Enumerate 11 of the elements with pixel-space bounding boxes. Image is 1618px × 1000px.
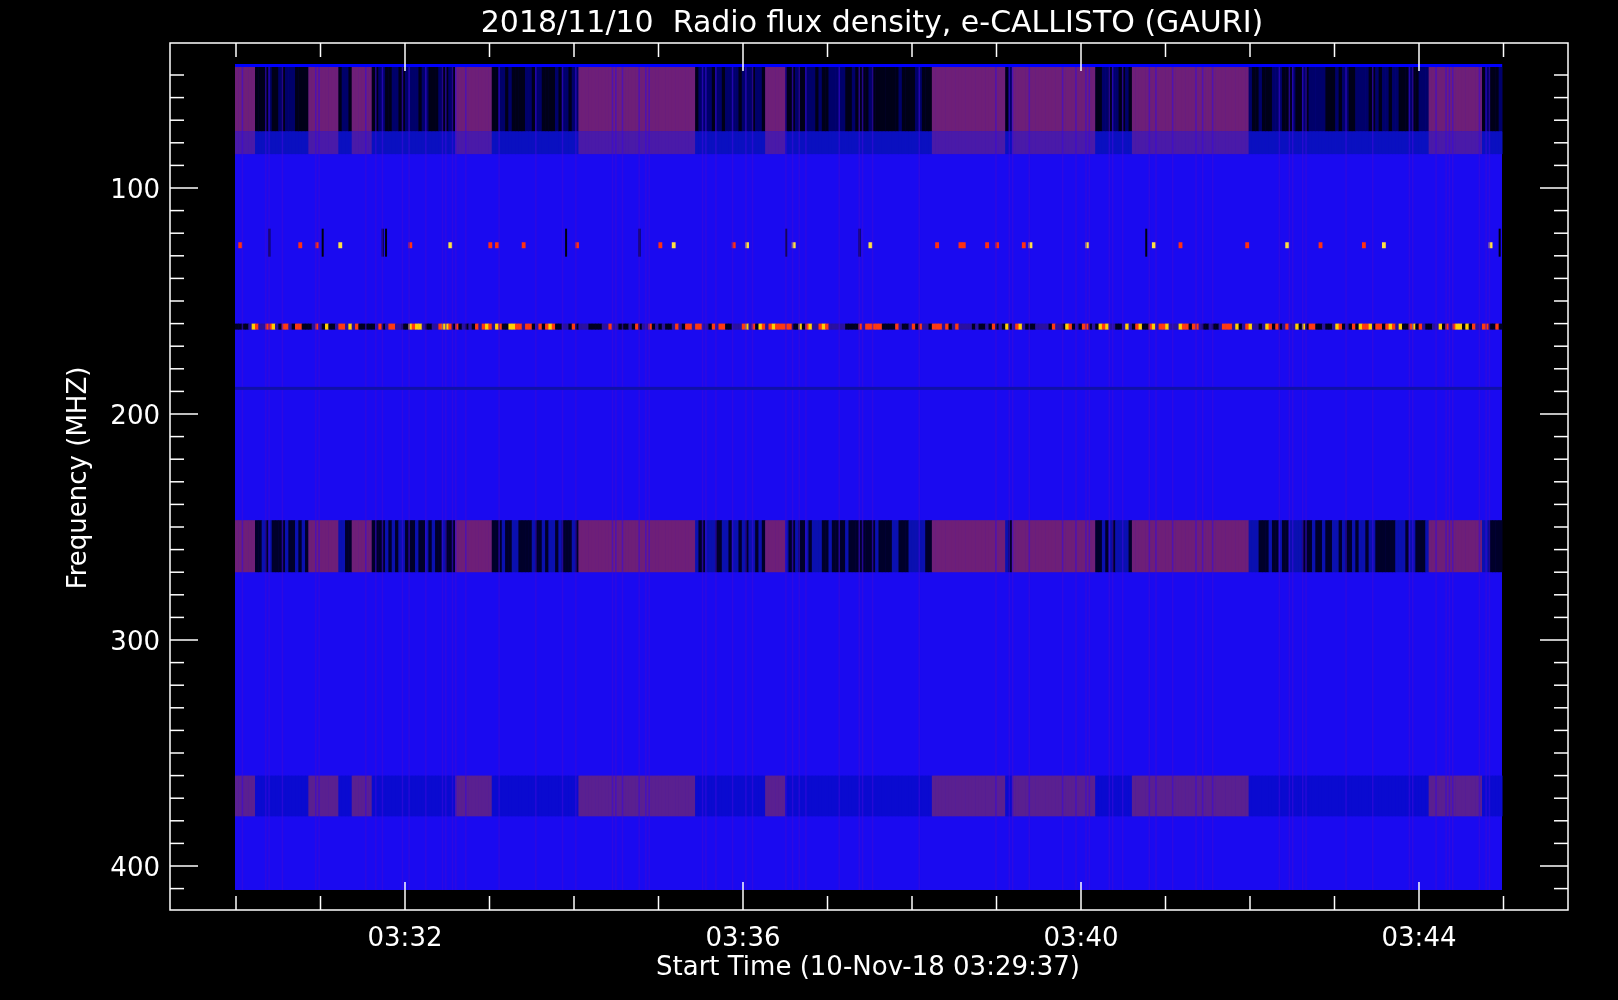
- x-tick-label: 03:44: [1381, 922, 1457, 952]
- x-tick-label: 03:40: [1043, 922, 1119, 952]
- y-tick-label: 400: [110, 852, 160, 882]
- y-tick-label: 200: [110, 400, 160, 430]
- y-tick-label: 300: [110, 626, 160, 656]
- y-axis-label: Frequency (MHZ): [62, 366, 92, 590]
- x-tick-label: 03:36: [705, 922, 781, 952]
- x-axis-label: Start Time (10-Nov-18 03:29:37): [656, 951, 1080, 981]
- x-tick-label: 03:32: [367, 922, 443, 952]
- chart-title: 2018/11/10 Radio flux density, e-CALLISTO (GAURI): [480, 4, 1264, 39]
- y-tick-label: 100: [110, 174, 160, 204]
